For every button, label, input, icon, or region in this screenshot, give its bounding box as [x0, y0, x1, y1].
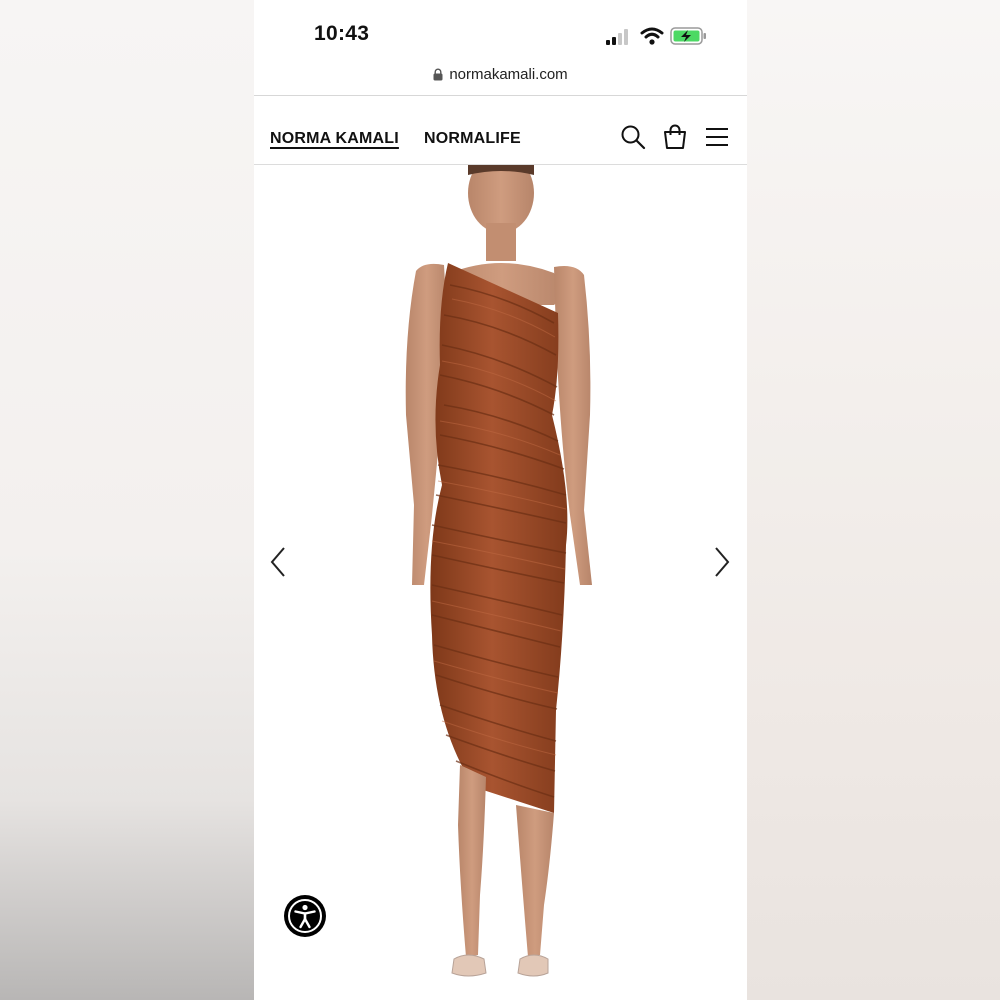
product-image[interactable]	[254, 165, 747, 1000]
signal-icon	[606, 29, 628, 45]
url-text: normakamali.com	[449, 66, 568, 83]
normalife-link[interactable]: NORMALIFE	[424, 130, 521, 148]
url-bar[interactable]: normakamali.com	[254, 62, 747, 94]
product-photo	[405, 165, 592, 977]
shopping-bag-icon[interactable]	[662, 124, 688, 150]
backdrop-right	[747, 0, 1000, 1000]
phone-screen: 10:43 normakamali.com NORMA KAMALI NORMA…	[254, 0, 747, 1000]
brand-link[interactable]: NORMA KAMALI	[270, 130, 399, 148]
chevron-left-icon[interactable]	[266, 545, 290, 579]
status-bar: 10:43	[254, 0, 747, 60]
battery-charging-icon	[670, 27, 706, 45]
accessibility-icon	[288, 899, 322, 933]
site-header: NORMA KAMALI NORMALIFE	[254, 112, 747, 164]
lock-icon	[433, 68, 443, 81]
chevron-right-icon[interactable]	[710, 545, 734, 579]
url-divider	[254, 95, 747, 96]
menu-icon[interactable]	[704, 124, 730, 150]
accessibility-button[interactable]	[284, 895, 326, 937]
status-time: 10:43	[314, 22, 370, 45]
wifi-icon	[640, 27, 664, 45]
search-icon[interactable]	[620, 124, 646, 150]
backdrop-left	[0, 0, 254, 1000]
